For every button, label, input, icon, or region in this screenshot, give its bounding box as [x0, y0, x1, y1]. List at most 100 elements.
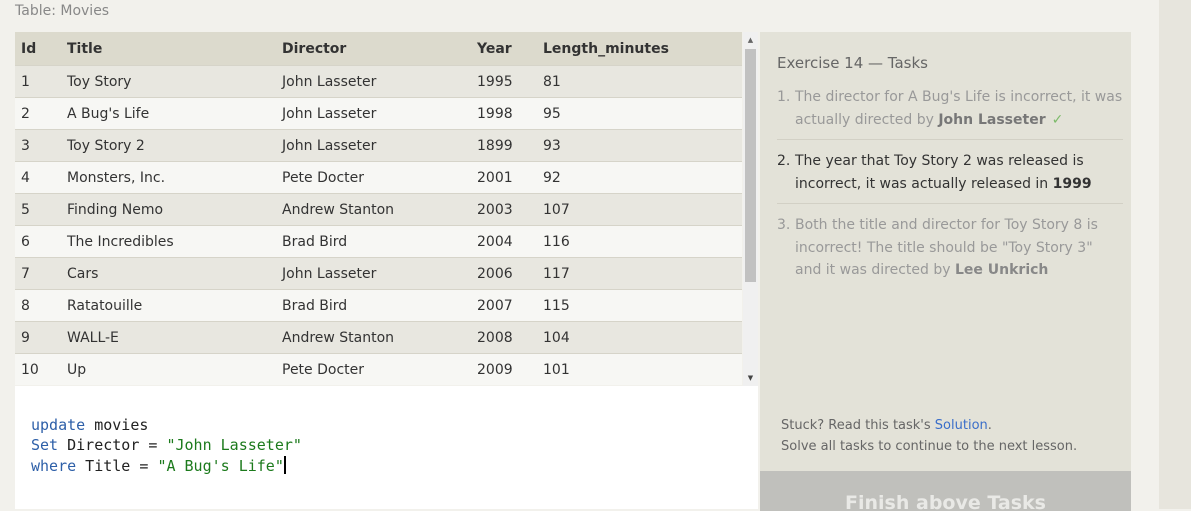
cell-year: 2007: [477, 289, 543, 322]
help-suffix: .: [987, 418, 992, 433]
code-string: "A Bug's Life": [157, 457, 284, 475]
cell-year: 2003: [477, 193, 543, 226]
cell-id: 2: [15, 97, 61, 130]
cell-id: 7: [15, 257, 61, 290]
cell-title: Finding Nemo: [61, 193, 282, 226]
sql-editor[interactable]: update movies Set Director = "John Lasse…: [15, 386, 758, 509]
exercise-title: Exercise 14 — Tasks: [777, 54, 928, 72]
task-number: 1.: [777, 89, 791, 105]
code-line-2: Set Director = "John Lasseter": [31, 436, 302, 454]
finish-tasks-button[interactable]: Finish above Tasks: [760, 471, 1131, 511]
task-text: Both the title and director for Toy Stor…: [795, 217, 1098, 278]
results-table: Id Title Director Year Length_minutes 1 …: [15, 32, 742, 385]
code-text: movies: [85, 416, 149, 434]
column-header-year: Year: [477, 32, 543, 66]
cell-year: 2001: [477, 161, 543, 194]
task-item-3: 3. Both the title and director for Toy St…: [777, 214, 1123, 290]
cell-title: A Bug's Life: [61, 97, 282, 130]
cell-length: 116: [543, 225, 742, 258]
cell-director: John Lasseter: [282, 97, 477, 130]
column-header-director: Director: [282, 32, 477, 66]
cell-director: Pete Docter: [282, 353, 477, 385]
cell-id: 5: [15, 193, 61, 226]
cell-year: 2004: [477, 225, 543, 258]
table-row: 2 A Bug's Life John Lasseter 1998 95: [15, 97, 742, 130]
cell-id: 6: [15, 225, 61, 258]
table-caption: Table: Movies: [15, 3, 110, 19]
cell-director: John Lasseter: [282, 65, 477, 98]
table-row: 4 Monsters, Inc. Pete Docter 2001 92: [15, 161, 742, 194]
check-icon: ✓: [1051, 111, 1064, 128]
code-text: Title =: [76, 457, 158, 475]
cell-title: Ratatouille: [61, 289, 282, 322]
help-prefix: Stuck? Read this task's: [781, 418, 935, 433]
cell-director: John Lasseter: [282, 129, 477, 162]
page-edge: [1159, 0, 1191, 509]
cell-director: Andrew Stanton: [282, 321, 477, 354]
cell-length: 104: [543, 321, 742, 354]
task-number: 3.: [777, 217, 791, 233]
results-table-container: Id Title Director Year Length_minutes 1 …: [15, 32, 742, 386]
cell-title: Monsters, Inc.: [61, 161, 282, 194]
cell-title: Up: [61, 353, 282, 385]
scroll-down-arrow-icon[interactable]: ▼: [743, 372, 758, 384]
table-row: 10 Up Pete Docter 2009 101: [15, 353, 742, 385]
exercise-panel: Exercise 14 — Tasks 1. The director for A…: [760, 32, 1131, 511]
cell-year: 1995: [477, 65, 543, 98]
task-item-2: 2. The year that Toy Story 2 was released…: [777, 150, 1123, 204]
task-text: The year that Toy Story 2 was released i…: [795, 153, 1084, 192]
code-keyword: where: [31, 457, 77, 475]
task-number: 2.: [777, 153, 791, 169]
scrollbar-thumb[interactable]: [745, 49, 756, 282]
code-text: Director =: [58, 436, 167, 454]
table-row: 1 Toy Story John Lasseter 1995 81: [15, 65, 742, 98]
scroll-up-arrow-icon[interactable]: ▲: [743, 34, 758, 46]
table-row: 3 Toy Story 2 John Lasseter 1899 93: [15, 129, 742, 162]
cell-year: 1899: [477, 129, 543, 162]
cell-director: Andrew Stanton: [282, 193, 477, 226]
table-row: 7 Cars John Lasseter 2006 117: [15, 257, 742, 290]
table-scrollbar[interactable]: ▲ ▼: [743, 32, 758, 386]
cell-length: 101: [543, 353, 742, 385]
cell-length: 115: [543, 289, 742, 322]
cell-id: 4: [15, 161, 61, 194]
help-text: Stuck? Read this task's Solution. Solve …: [781, 415, 1077, 457]
cell-year: 2009: [477, 353, 543, 385]
cell-length: 107: [543, 193, 742, 226]
code-line-1: update movies: [31, 416, 148, 434]
table-row: 6 The Incredibles Brad Bird 2004 116: [15, 225, 742, 258]
task-answer: 1999: [1052, 175, 1092, 192]
table-row: 5 Finding Nemo Andrew Stanton 2003 107: [15, 193, 742, 226]
cell-title: Cars: [61, 257, 282, 290]
cell-year: 2006: [477, 257, 543, 290]
table-row: 9 WALL-E Andrew Stanton 2008 104: [15, 321, 742, 354]
task-item-1: 1. The director for A Bug's Life is incor…: [777, 86, 1123, 140]
cell-director: Pete Docter: [282, 161, 477, 194]
code-keyword: update: [31, 416, 86, 434]
cell-title: Toy Story: [61, 65, 282, 98]
table-header-row: Id Title Director Year Length_minutes: [15, 32, 742, 66]
cell-id: 9: [15, 321, 61, 354]
task-answer: Lee Unkrich: [955, 262, 1049, 278]
cell-director: John Lasseter: [282, 257, 477, 290]
cell-length: 81: [543, 65, 742, 98]
text-caret: [283, 456, 286, 474]
cell-length: 93: [543, 129, 742, 162]
cell-id: 10: [15, 353, 61, 385]
code-keyword: Set: [31, 436, 59, 454]
column-header-title: Title: [61, 32, 282, 66]
cell-length: 92: [543, 161, 742, 194]
table-row: 8 Ratatouille Brad Bird 2007 115: [15, 289, 742, 322]
task-list: 1. The director for A Bug's Life is incor…: [777, 86, 1123, 300]
cell-length: 95: [543, 97, 742, 130]
cell-director: Brad Bird: [282, 289, 477, 322]
column-header-length: Length_minutes: [543, 32, 742, 66]
cell-id: 8: [15, 289, 61, 322]
solution-link[interactable]: Solution: [935, 418, 988, 433]
cell-id: 1: [15, 65, 61, 98]
cell-year: 2008: [477, 321, 543, 354]
cell-title: Toy Story 2: [61, 129, 282, 162]
cell-title: WALL-E: [61, 321, 282, 354]
code-string: "John Lasseter": [166, 436, 302, 454]
task-answer: John Lasseter: [938, 111, 1046, 128]
